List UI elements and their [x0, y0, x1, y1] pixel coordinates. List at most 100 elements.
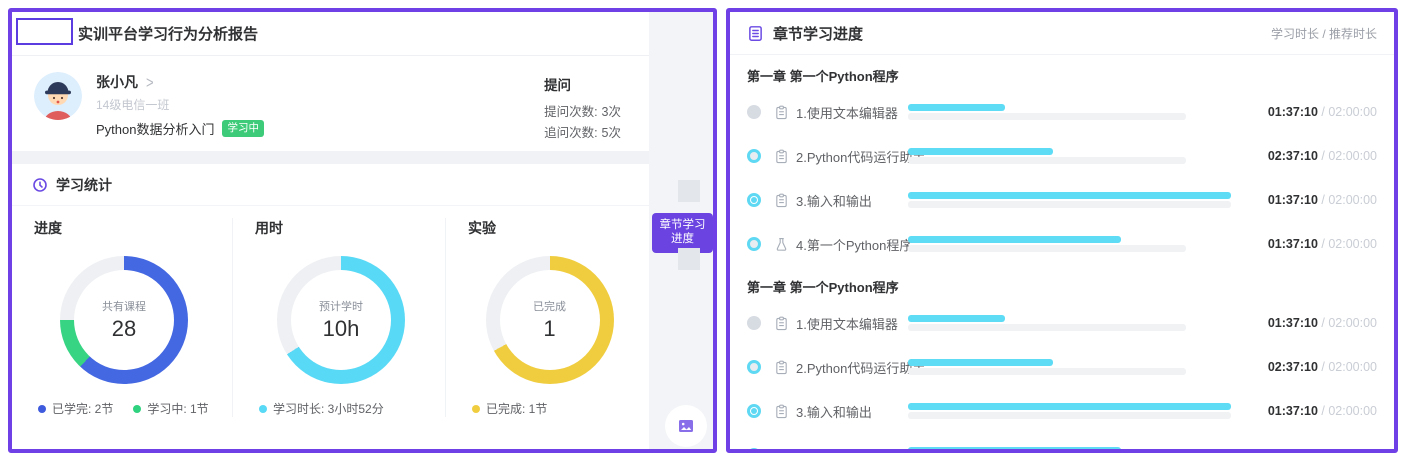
progress-bars [908, 147, 1231, 165]
user-name-link[interactable]: 张小凡 > [96, 72, 264, 92]
status-pending-icon [747, 316, 761, 330]
legend-dot [472, 405, 480, 413]
qa-title: 提问 [544, 74, 621, 94]
column-hint: 学习时长 / 推荐时长 [1271, 25, 1377, 42]
donut-center-label: 预计学时 [319, 298, 363, 314]
progress-bars [908, 235, 1231, 253]
recommend-bar [908, 368, 1186, 375]
course-row: Python数据分析入门 学习中 [96, 119, 264, 138]
user-info: 张小凡 > 14级电信一班 Python数据分析入门 学习中 [96, 72, 264, 138]
chapter-item[interactable]: 2.Python代码运行助手 02:37:10 / 02:00:00 [747, 345, 1377, 389]
study-bar [908, 148, 1053, 155]
status-in-progress-icon [747, 360, 761, 374]
chapter-item-label: 2.Python代码运行助手 [796, 147, 908, 166]
legend-item: 已完成: 1节 [472, 400, 547, 417]
clipboard-icon [774, 360, 790, 375]
status-badge: 学习中 [222, 120, 264, 137]
section-divider [12, 151, 649, 164]
clipboard-icon [774, 316, 790, 331]
donut-center-value: 10h [323, 316, 360, 342]
time-value: 01:37:10 / 02:00:00 [1231, 237, 1377, 251]
time-value: 01:37:10 / 02:00:00 [1231, 316, 1377, 330]
clipboard-icon [774, 404, 790, 419]
donut-center-label: 共有课程 [102, 298, 146, 314]
status-in-progress-icon [747, 237, 761, 251]
progress-column: 进度 共有课程 28 已学完: 2节 学习中: 1节 [12, 218, 232, 417]
progress-bars [908, 358, 1231, 376]
legend-item: 学习时长: 3小时52分 [259, 400, 384, 417]
stats-title: 学习统计 [56, 175, 112, 195]
thumbnail-placeholder[interactable] [678, 248, 700, 270]
legend-item: 已学完: 2节 [38, 400, 113, 417]
legend: 已完成: 1节 [468, 400, 631, 417]
avatar [34, 72, 82, 120]
recommend-bar [908, 324, 1186, 331]
legend-dot [133, 405, 141, 413]
qa-row-followup: 追问次数:5次 [544, 123, 621, 144]
study-bar [908, 359, 1053, 366]
chapter-item-label: 1.使用文本编辑器 [796, 314, 908, 333]
stats-columns: 进度 共有课程 28 已学完: 2节 学习中: 1节 [12, 206, 649, 417]
page-title: 实训平台学习行为分析报告 [78, 23, 258, 44]
chapter-item-label: 4.第一个Python程序 [796, 235, 908, 254]
qa-stats: 提问 提问次数:3次 追问次数:5次 [544, 72, 627, 144]
status-in-progress-icon [747, 448, 761, 453]
chapter-item-label: 3.输入和输出 [796, 402, 908, 421]
document-list-icon [747, 25, 764, 42]
analysis-report-panel: 实训平台学习行为分析报告 [8, 8, 717, 453]
clipboard-icon [774, 105, 790, 120]
status-pending-icon [747, 105, 761, 119]
progress-bars [908, 402, 1231, 420]
chapter-item[interactable]: 1.使用文本编辑器 01:37:10 / 02:00:00 [747, 90, 1377, 134]
side-strip: 章节学习进度 [649, 12, 713, 449]
column-label: 实验 [468, 218, 631, 238]
study-bar [908, 403, 1231, 410]
learning-stats-card: 学习统计 进度 共有课程 28 已学完: 2节 学习中: [12, 164, 649, 417]
chapter-item[interactable]: 4.第一个Python程序 01:37:10 / 02:00:00 [747, 433, 1377, 453]
clipboard-icon [774, 193, 790, 208]
column-label: 用时 [255, 218, 427, 238]
legend: 已学完: 2节 学习中: 1节 [34, 400, 214, 417]
study-bar [908, 315, 1005, 322]
time-value: 01:37:10 / 02:00:00 [1231, 193, 1377, 207]
experiment-donut-chart: 已完成 1 [486, 256, 614, 384]
clock-icon [32, 177, 48, 193]
study-bar [908, 236, 1121, 243]
recommend-bar [908, 157, 1186, 164]
report-header: 实训平台学习行为分析报告 [12, 12, 649, 56]
thumbnail-placeholder[interactable] [678, 180, 700, 202]
section-title: 第一章 第一个Python程序 [747, 275, 1377, 301]
time-value: 01:37:10 / 02:00:00 [1231, 448, 1377, 453]
chapter-panel-header: 章节学习进度 学习时长 / 推荐时长 [730, 12, 1394, 55]
clipboard-icon [774, 149, 790, 164]
chapter-item[interactable]: 3.输入和输出 01:37:10 / 02:00:00 [747, 178, 1377, 222]
study-bar [908, 192, 1231, 199]
donut-center-label: 已完成 [533, 298, 566, 314]
progress-donut-chart: 共有课程 28 [60, 256, 188, 384]
panel-title: 章节学习进度 [773, 23, 863, 44]
chapter-item[interactable]: 1.使用文本编辑器 01:37:10 / 02:00:00 [747, 301, 1377, 345]
chapter-item[interactable]: 3.输入和输出 01:37:10 / 02:00:00 [747, 389, 1377, 433]
column-label: 进度 [34, 218, 214, 238]
flask-icon [774, 448, 790, 454]
recommend-bar [908, 245, 1186, 252]
chapter-progress-button[interactable]: 章节学习进度 [652, 213, 713, 253]
chapter-item-label: 2.Python代码运行助手 [796, 358, 908, 377]
status-in-progress-icon [747, 149, 761, 163]
time-value: 01:37:10 / 02:00:00 [1231, 105, 1377, 119]
flask-icon [774, 237, 790, 252]
chapter-item[interactable]: 4.第一个Python程序 01:37:10 / 02:00:00 [747, 222, 1377, 266]
course-name: Python数据分析入门 [96, 119, 214, 138]
qa-row-asked: 提问次数:3次 [544, 102, 621, 123]
chapter-item-label: 3.输入和输出 [796, 191, 908, 210]
chevron-right-icon: > [146, 73, 154, 92]
time-column: 用时 预计学时 10h 学习时长: 3小时52分 [232, 218, 445, 417]
screenshot-button[interactable] [665, 405, 707, 447]
user-class: 14级电信一班 [96, 96, 264, 113]
legend-item: 学习中: 1节 [133, 400, 208, 417]
study-bar [908, 104, 1005, 111]
donut-center-value: 1 [543, 316, 555, 342]
user-name: 张小凡 [96, 72, 138, 92]
chapter-item[interactable]: 2.Python代码运行助手 02:37:10 / 02:00:00 [747, 134, 1377, 178]
status-active-icon [747, 404, 761, 418]
